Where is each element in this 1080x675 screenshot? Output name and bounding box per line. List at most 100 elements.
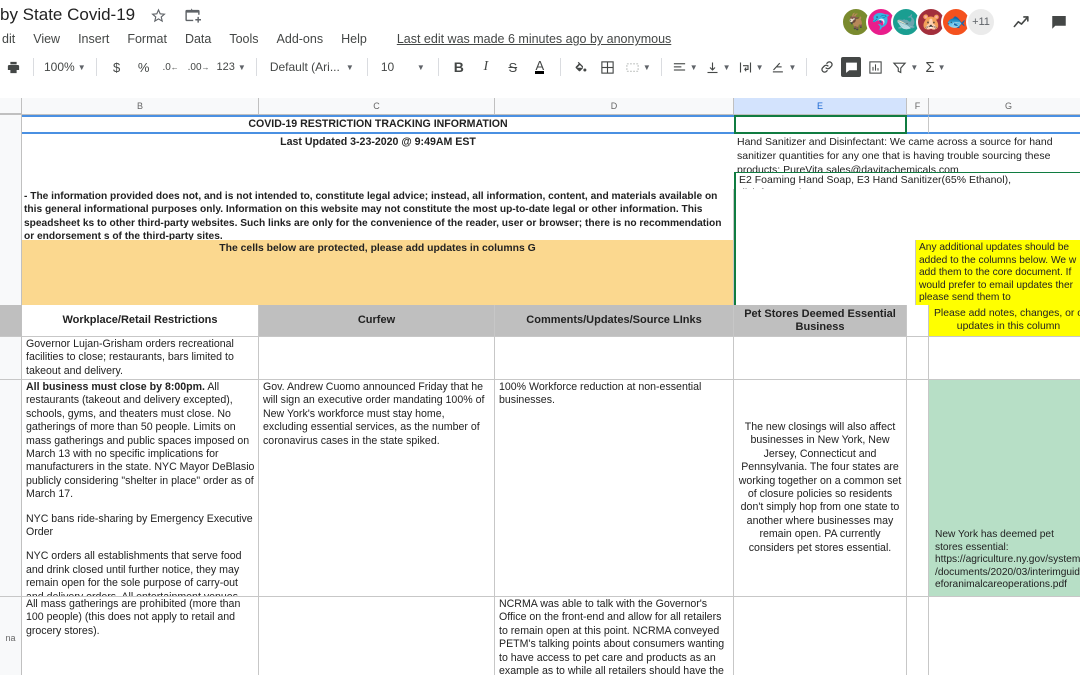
cell-d-row2[interactable]: 100% Workforce reduction at non-essentia… (495, 380, 734, 597)
sheet-title-row: COVID-19 RESTRICTION TRACKING INFORMATIO… (0, 115, 1080, 134)
last-edit-status[interactable]: Last edit was made 6 minutes ago by anon… (397, 32, 671, 46)
chevron-down-icon: ▼ (642, 62, 651, 72)
vertical-align-icon[interactable]: ▼ (702, 54, 734, 80)
cell-c-row3[interactable] (259, 597, 495, 675)
cell-e-row1[interactable] (734, 337, 907, 380)
filter-icon[interactable]: ▼ (889, 54, 921, 80)
toolbar-divider (437, 58, 439, 76)
row-header[interactable] (0, 240, 22, 305)
row-header[interactable]: na (0, 597, 22, 675)
cell-g-row1[interactable] (929, 337, 1080, 380)
cell-b-row2[interactable]: All business must close by 8:00pm. All r… (22, 380, 259, 597)
print-icon[interactable] (0, 54, 26, 80)
font-size-selector[interactable]: 10 ▼ (375, 54, 431, 80)
column-header-e[interactable]: E (734, 98, 907, 114)
spreadsheet-grid[interactable]: B C D E F G COVID-19 RESTRICTION TRACKIN… (0, 98, 1080, 675)
text-rotation-icon[interactable]: ▼ (768, 54, 800, 80)
bold-button[interactable]: B (446, 54, 472, 80)
star-icon[interactable] (147, 4, 169, 26)
cell-f-row2[interactable] (907, 380, 929, 597)
decrease-decimal-button[interactable]: .0 ← (158, 54, 184, 80)
cell-b-row3[interactable]: All mass gatherings are prohibited (more… (22, 597, 259, 675)
merge-cells-icon[interactable]: ▼ (622, 54, 654, 80)
cell-c-row2[interactable]: Gov. Andrew Cuomo announced Friday that … (259, 380, 495, 597)
insert-chart-icon[interactable] (862, 54, 888, 80)
fill-color-icon[interactable] (568, 54, 594, 80)
corner-select-all[interactable] (0, 98, 22, 114)
sanitizer-note[interactable]: Hand Sanitizer and Disinfectant: We came… (734, 134, 1080, 172)
column-header-b[interactable]: B (22, 98, 259, 114)
column-header-f[interactable]: F (907, 98, 929, 114)
cell-b-row1[interactable]: Governor Lujan-Grisham orders recreation… (22, 337, 259, 380)
comments-icon[interactable] (1046, 9, 1072, 35)
zoom-value: 100% (44, 60, 75, 74)
column-header-g[interactable]: G (929, 98, 1080, 114)
cell-f-row1[interactable] (907, 337, 929, 380)
cell-g-row2[interactable]: New York has deemed pet stores essential… (929, 380, 1080, 597)
cell-b-row2-para2: NYC bans ride-sharing by Emergency Execu… (26, 512, 253, 539)
italic-button[interactable]: I (473, 54, 499, 80)
currency-format-button[interactable]: $ (104, 54, 130, 80)
cell-d-row3[interactable]: NCRMA was able to talk with the Governor… (495, 597, 734, 675)
cell-blank-left[interactable] (22, 172, 734, 189)
cell-e-row3[interactable] (734, 597, 907, 675)
cell-g-row3[interactable] (929, 597, 1080, 675)
cell-d-row1[interactable] (495, 337, 734, 380)
row-header[interactable] (0, 115, 22, 134)
cell-g-title[interactable] (929, 115, 1080, 134)
zoom-selector[interactable]: 100% ▼ (41, 54, 89, 80)
avatar-glyph: 🐹 (921, 14, 941, 31)
activity-chart-icon[interactable] (1008, 9, 1034, 35)
text-color-button[interactable]: A (527, 54, 553, 80)
more-collaborators-badge[interactable]: +11 (966, 7, 996, 37)
row-header[interactable] (0, 189, 22, 240)
avatar-glyph: 🐐 (846, 14, 866, 31)
menu-item-tools[interactable]: Tools (227, 30, 260, 48)
cell-e-protected-blank[interactable] (734, 240, 916, 305)
cell-c-row1[interactable] (259, 337, 495, 380)
legal-disclaimer: - The information provided does not, and… (22, 189, 734, 240)
menu-item-help[interactable]: Help (339, 30, 369, 48)
borders-icon[interactable] (595, 54, 621, 80)
row-header[interactable] (0, 134, 22, 172)
row-header[interactable] (0, 305, 22, 337)
increase-decimal-button[interactable]: .00 → (185, 54, 213, 80)
document-title[interactable]: by State Covid-19 (0, 0, 135, 30)
more-formats-button[interactable]: 123 ▼ (214, 54, 249, 80)
selected-cell-e[interactable] (734, 115, 907, 134)
insert-comment-icon[interactable] (841, 57, 862, 77)
cell-f-title[interactable] (907, 115, 929, 134)
sanitizer-products[interactable]: E2 Foaming Hand Soap, E3 Hand Sanitizer(… (734, 172, 1080, 189)
menu-item-edit[interactable]: dit (0, 30, 17, 48)
menu-item-data[interactable]: Data (183, 30, 213, 48)
font-selector[interactable]: Default (Ari... ▼ (264, 54, 360, 80)
row-header[interactable] (0, 172, 22, 189)
column-header-d[interactable]: D (495, 98, 734, 114)
cell-f-row3[interactable] (907, 597, 929, 675)
sheet-title-banner: COVID-19 RESTRICTION TRACKING INFORMATIO… (22, 115, 734, 134)
percent-format-button[interactable]: % (131, 54, 157, 80)
functions-sigma-icon[interactable]: Σ ▼ (922, 54, 948, 80)
column-header-c[interactable]: C (259, 98, 495, 114)
horizontal-align-icon[interactable]: ▼ (669, 54, 701, 80)
strikethrough-button[interactable]: S (500, 54, 526, 80)
cell-f-header[interactable] (907, 305, 929, 337)
chevron-down-icon: ▼ (755, 62, 764, 72)
chevron-down-icon: ▼ (788, 62, 797, 72)
cell-e-row2[interactable]: The new closings will also affect busine… (734, 380, 907, 597)
menu-item-view[interactable]: View (31, 30, 62, 48)
cell-e-disclaimer-blank[interactable] (734, 189, 1080, 240)
insert-link-icon[interactable] (814, 54, 840, 80)
row-header[interactable] (0, 337, 22, 380)
row-header[interactable] (0, 380, 22, 597)
text-wrap-icon[interactable]: ▼ (735, 54, 767, 80)
drive-move-icon[interactable] (181, 4, 203, 26)
col-header-notes-column: Please add notes, changes, or o updates … (929, 305, 1080, 337)
decrease-decimal-label: .0 (162, 61, 171, 73)
menu-item-addons[interactable]: Add-ons (275, 30, 326, 48)
avatar-glyph: 🐬 (871, 14, 891, 31)
menu-item-format[interactable]: Format (125, 30, 169, 48)
additional-updates-note[interactable]: Any additional updates should be added t… (916, 240, 1080, 305)
menu-item-insert[interactable]: Insert (76, 30, 111, 48)
avatar-glyph: 🐟 (946, 14, 966, 31)
